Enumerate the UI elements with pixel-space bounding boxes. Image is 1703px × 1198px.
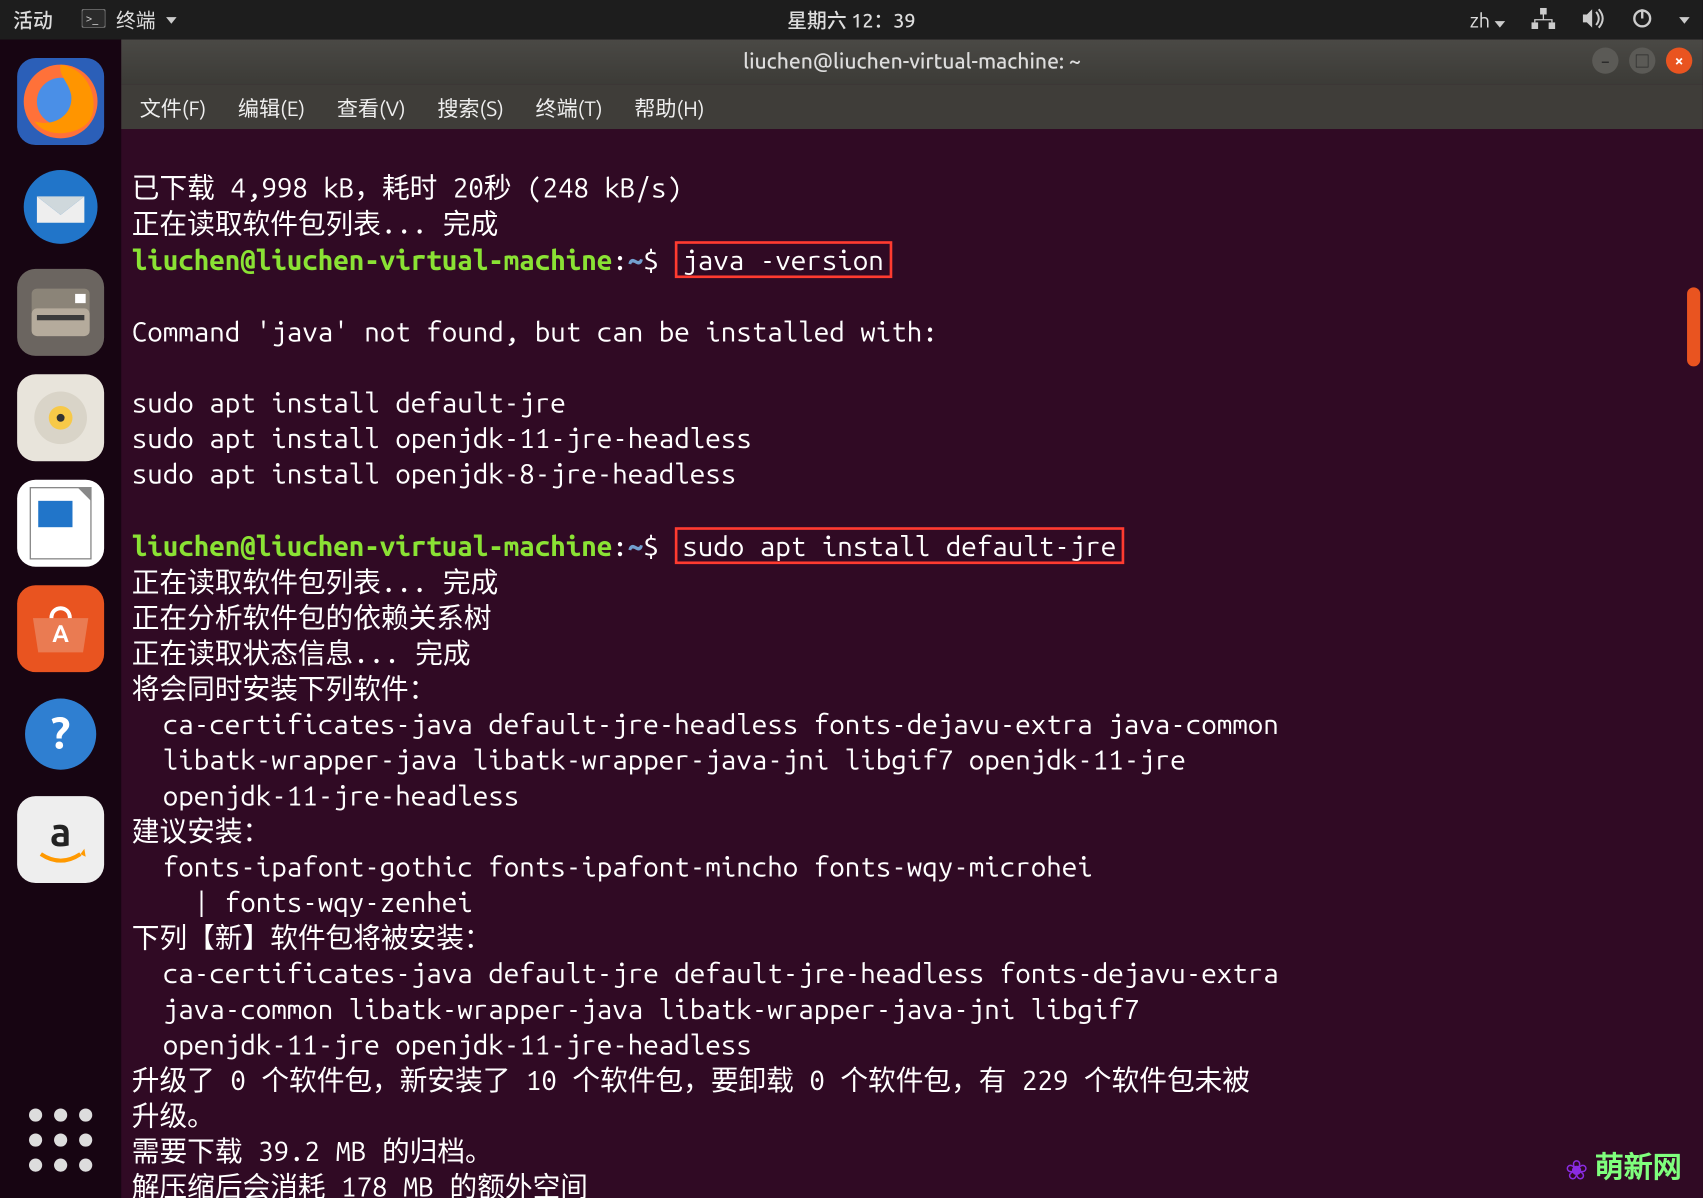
amazon-launcher[interactable]: a — [17, 796, 104, 883]
menu-terminal[interactable]: 终端(T) — [535, 91, 602, 123]
term-line: 下列【新】软件包将被安装： — [132, 921, 492, 953]
term-line: sudo apt install openjdk-11-jre-headless — [132, 422, 752, 454]
terminal-window: liuchen@liuchen-virtual-machine: ~ ‒ □ ×… — [121, 40, 1703, 1198]
svg-text:a: a — [50, 810, 71, 854]
menu-search[interactable]: 搜索(S) — [437, 91, 504, 123]
menu-file[interactable]: 文件(F) — [140, 91, 207, 123]
term-line: 已下载 4,998 kB，耗时 20秒 (248 kB/s) — [132, 171, 682, 203]
term-line: 需要下载 39.2 MB 的归档。 — [132, 1135, 493, 1167]
rhythmbox-launcher[interactable] — [17, 374, 104, 461]
gnome-topbar: 活动 >_ 终端 星期六 12：39 zh — [0, 0, 1703, 40]
term-line: 升级了 0 个软件包，新安装了 10 个软件包，要卸载 0 个软件包，有 229… — [132, 1064, 1250, 1096]
app-menu[interactable]: >_ 终端 — [82, 6, 177, 34]
prompt-user: liuchen@liuchen-virtual-machine — [132, 244, 612, 276]
close-button[interactable]: × — [1666, 47, 1692, 73]
activities-button[interactable]: 活动 — [13, 6, 53, 34]
term-line: ca-certificates-java default-jre default… — [132, 957, 1279, 989]
show-apps-button[interactable] — [29, 1108, 92, 1171]
window-title: liuchen@liuchen-virtual-machine: ~ — [743, 50, 1081, 74]
term-line: openjdk-11-jre openjdk-11-jre-headless — [132, 1028, 752, 1060]
terminal-content[interactable]: 已下载 4,998 kB，耗时 20秒 (248 kB/s) 正在读取软件包列表… — [121, 129, 1703, 1198]
clock[interactable]: 星期六 12：39 — [787, 6, 915, 34]
term-line: 将会同时安装下列软件： — [132, 672, 436, 704]
prompt-path: ~ — [628, 530, 644, 562]
highlighted-command: java -version — [674, 241, 891, 278]
term-line: sudo apt install default-jre — [132, 386, 566, 418]
files-launcher[interactable] — [17, 269, 104, 356]
menubar: 文件(F) 编辑(E) 查看(V) 搜索(S) 终端(T) 帮助(H) — [121, 84, 1703, 129]
svg-text:A: A — [52, 621, 69, 647]
help-launcher[interactable]: ? — [17, 691, 104, 778]
highlighted-command: sudo apt install default-jre — [674, 527, 1124, 564]
term-line: sudo apt install openjdk-8-jre-headless — [132, 457, 736, 489]
window-titlebar[interactable]: liuchen@liuchen-virtual-machine: ~ ‒ □ × — [121, 40, 1703, 85]
power-icon[interactable] — [1632, 7, 1653, 32]
term-line: libatk-wrapper-java libatk-wrapper-java-… — [132, 743, 1186, 775]
maximize-button[interactable]: □ — [1629, 47, 1655, 73]
volume-icon[interactable] — [1582, 7, 1606, 32]
term-line: | fonts-wqy-zenhei — [132, 886, 473, 918]
network-icon[interactable] — [1532, 7, 1556, 32]
leaf-icon: ❀ — [1566, 1149, 1587, 1185]
menu-view[interactable]: 查看(V) — [337, 91, 406, 123]
term-line: 建议安装： — [132, 815, 270, 847]
term-line: 正在读取状态信息... 完成 — [132, 637, 471, 669]
libreoffice-writer-launcher[interactable] — [17, 480, 104, 567]
minimize-button[interactable]: ‒ — [1592, 47, 1618, 73]
system-menu-dropdown-icon[interactable] — [1679, 16, 1690, 23]
terminal-icon: >_ — [82, 9, 106, 31]
term-line: 正在读取软件包列表... 完成 — [132, 565, 498, 597]
term-line: 正在分析软件包的依赖关系树 — [132, 601, 492, 633]
term-line: Command 'java' not found, but can be ins… — [132, 315, 938, 347]
thunderbird-launcher[interactable] — [17, 163, 104, 250]
svg-text:>_: >_ — [86, 12, 99, 25]
term-line: 升级。 — [132, 1099, 215, 1131]
term-line: 解压缩后会消耗 178 MB 的额外空间 — [132, 1170, 588, 1198]
input-method-indicator[interactable]: zh — [1470, 9, 1505, 31]
term-line: fonts-ipafont-gothic fonts-ipafont-minch… — [132, 850, 1093, 882]
dock: A ? a — [0, 40, 121, 1198]
prompt-sep: : — [612, 244, 628, 276]
dropdown-icon — [166, 16, 177, 23]
dropdown-icon — [1495, 20, 1506, 27]
term-line: 正在读取软件包列表... 完成 — [132, 207, 498, 239]
app-menu-label: 终端 — [116, 6, 156, 34]
scrollbar-thumb[interactable] — [1687, 287, 1700, 366]
menu-help[interactable]: 帮助(H) — [634, 91, 704, 123]
watermark: ❀ 萌新网 — [1566, 1149, 1682, 1185]
watermark-text: 萌新网 — [1595, 1149, 1682, 1185]
svg-text:?: ? — [51, 708, 71, 758]
prompt-symbol: $ — [643, 244, 659, 276]
menu-edit[interactable]: 编辑(E) — [238, 91, 305, 123]
term-line: openjdk-11-jre-headless — [132, 779, 519, 811]
term-line: ca-certificates-java default-jre-headles… — [132, 708, 1279, 740]
prompt-path: ~ — [628, 244, 644, 276]
term-line: java-common libatk-wrapper-java libatk-w… — [132, 992, 1139, 1024]
ubuntu-software-launcher[interactable]: A — [17, 585, 104, 672]
prompt-user: liuchen@liuchen-virtual-machine — [132, 530, 612, 562]
prompt-sep: : — [612, 530, 628, 562]
prompt-symbol: $ — [643, 530, 659, 562]
firefox-launcher[interactable] — [17, 58, 104, 145]
